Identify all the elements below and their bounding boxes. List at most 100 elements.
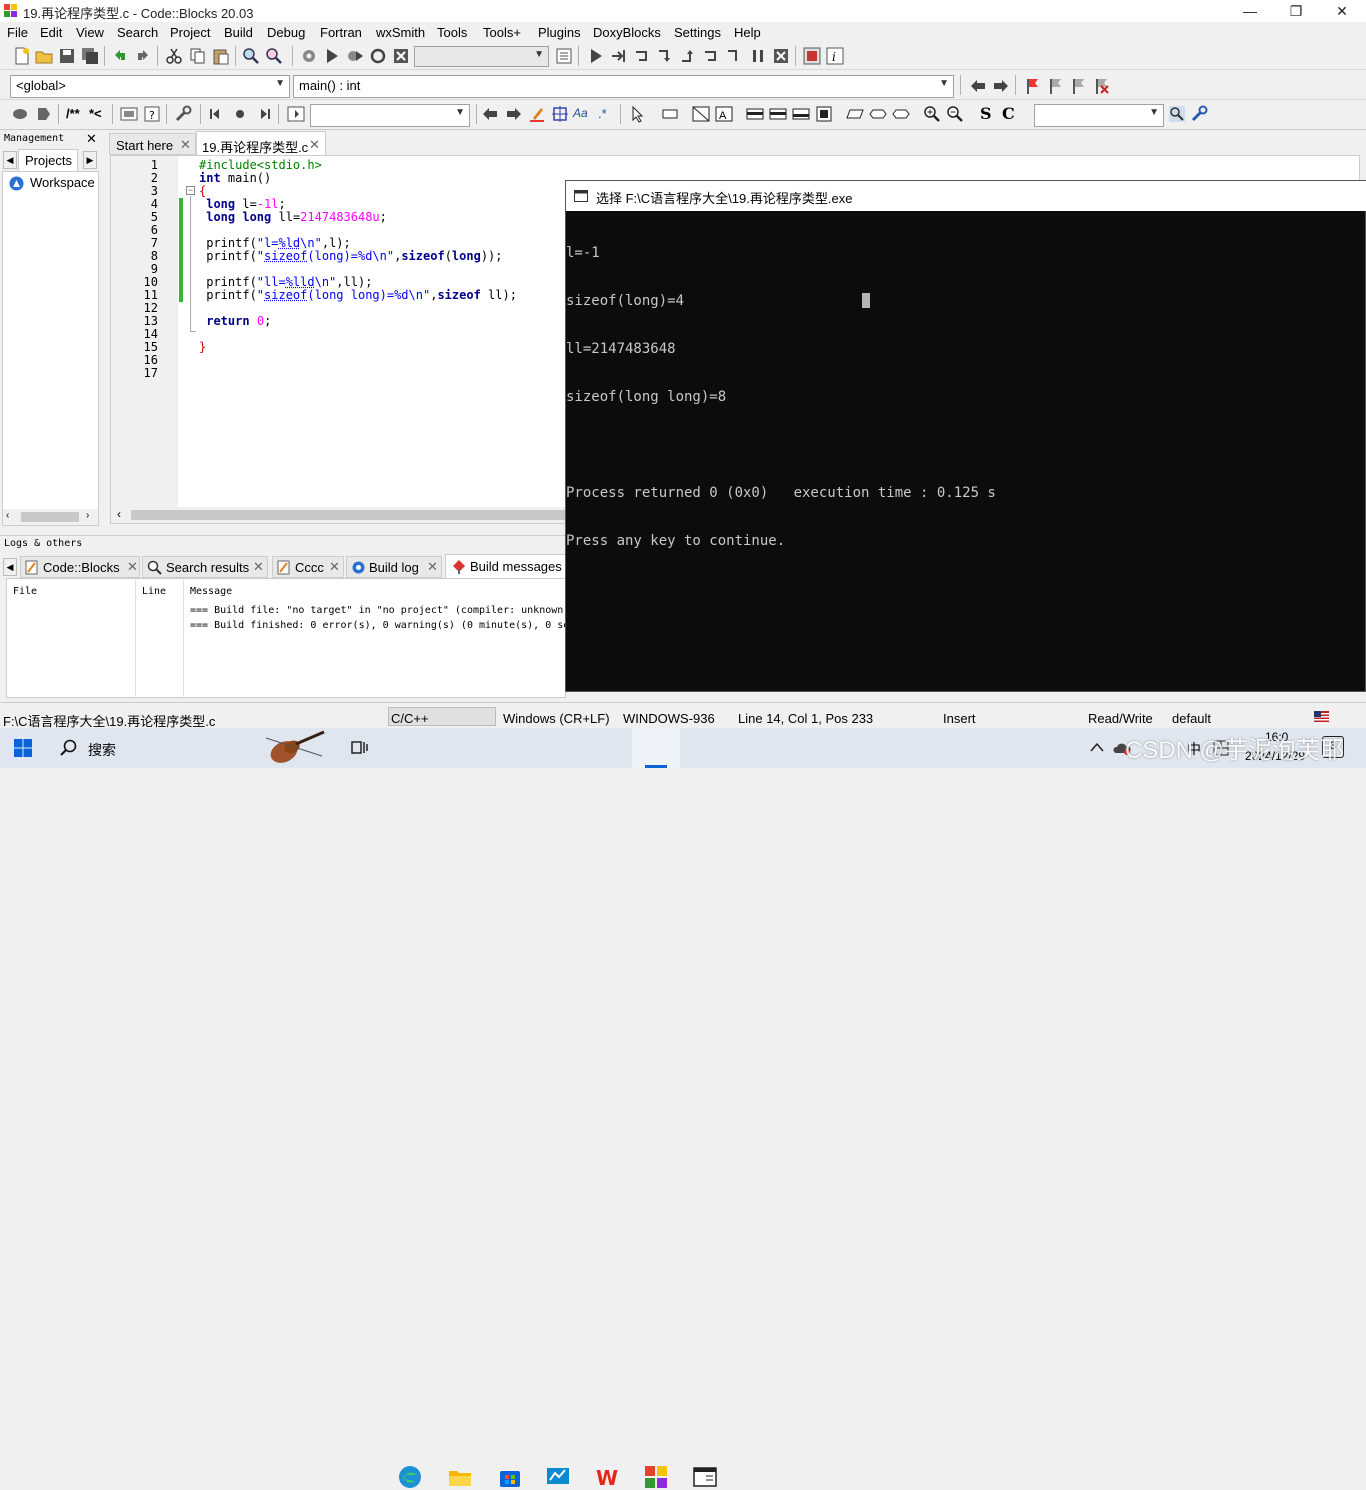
menu-build[interactable]: Build	[224, 25, 253, 40]
menu-help[interactable]: Help	[734, 25, 761, 40]
debug-info-icon[interactable]: i	[826, 47, 844, 65]
tab-close-icon[interactable]: ✕	[427, 559, 438, 575]
undo-icon[interactable]	[111, 47, 129, 65]
build-and-run-icon[interactable]	[346, 47, 364, 65]
store-icon[interactable]	[497, 1464, 523, 1490]
doxy-extract-icon[interactable]	[35, 105, 53, 123]
taskbar-search-label[interactable]: 搜索	[88, 740, 116, 760]
panel-tab-left-arrow-icon[interactable]: ◀	[3, 151, 17, 169]
paste-icon[interactable]	[212, 47, 230, 65]
strip-c-button[interactable]: C	[1002, 104, 1015, 123]
search-back-icon[interactable]	[481, 105, 499, 123]
run-icon[interactable]	[323, 47, 341, 65]
symbol-search-input[interactable]: ▼	[1034, 104, 1164, 127]
menu-fortran[interactable]: Fortran	[320, 25, 362, 40]
clear-bookmarks-icon[interactable]	[1092, 77, 1110, 95]
menu-settings[interactable]: Settings	[674, 25, 721, 40]
doxy-line-comment-button[interactable]: *<	[89, 106, 102, 121]
cut-icon[interactable]	[165, 47, 183, 65]
debug-start-icon[interactable]	[587, 47, 605, 65]
run-to-cursor-icon[interactable]	[610, 47, 628, 65]
flow-text-icon[interactable]: A	[715, 105, 733, 123]
flow-block2-icon[interactable]	[769, 105, 787, 123]
stop-debug-icon[interactable]	[772, 47, 790, 65]
step-into-icon[interactable]	[656, 47, 674, 65]
tab-build-log[interactable]: Build log ✕	[346, 556, 442, 578]
scroll-thumb[interactable]	[131, 510, 571, 520]
maximize-button[interactable]: ❐	[1273, 0, 1319, 22]
save-all-icon[interactable]	[81, 47, 99, 65]
search-forward-icon[interactable]	[505, 105, 523, 123]
scroll-thumb[interactable]	[21, 512, 79, 522]
find-icon[interactable]	[242, 47, 260, 65]
selection-icon[interactable]	[551, 105, 569, 123]
thread-search-dot-icon[interactable]	[231, 105, 249, 123]
flow-io-icon[interactable]	[846, 105, 864, 123]
flow-rect-icon[interactable]	[661, 105, 679, 123]
symbol-search-icon[interactable]	[1168, 105, 1186, 123]
rebuild-icon[interactable]	[369, 47, 387, 65]
tab-projects[interactable]: Projects	[18, 149, 78, 171]
step-out-icon[interactable]	[679, 47, 697, 65]
tab-source-file[interactable]: 19.再论程序类型.c ✕	[196, 131, 326, 155]
jump-forward-icon[interactable]	[992, 77, 1010, 95]
panel-tab-right-arrow-icon[interactable]: ▶	[83, 151, 97, 169]
replace-icon[interactable]	[265, 47, 283, 65]
build-gear-icon[interactable]	[300, 47, 318, 65]
menu-search[interactable]: Search	[117, 25, 158, 40]
doxy-wizard-icon[interactable]	[11, 105, 29, 123]
column-file[interactable]: File	[13, 586, 37, 597]
tab-cccc[interactable]: Cccc ✕	[272, 556, 344, 578]
menu-tools[interactable]: Tools	[437, 25, 467, 40]
scroll-left-icon[interactable]: ‹	[117, 507, 121, 521]
menu-edit[interactable]: Edit	[40, 25, 62, 40]
new-file-icon[interactable]	[13, 47, 31, 65]
menu-file[interactable]: File	[7, 25, 28, 40]
flow-break-icon[interactable]	[892, 105, 910, 123]
next-line-icon[interactable]	[633, 47, 651, 65]
windows-start-icon[interactable]	[14, 739, 32, 757]
highlight-pen-icon[interactable]	[528, 105, 546, 123]
minimize-button[interactable]: —	[1227, 0, 1273, 22]
copy-icon[interactable]	[189, 47, 207, 65]
table-row[interactable]: === Build file: "no target" in "no proje…	[190, 605, 565, 616]
wps-office-icon[interactable]: W	[594, 1464, 620, 1490]
flow-block3-icon[interactable]	[792, 105, 810, 123]
flow-loop-icon[interactable]	[869, 105, 887, 123]
thread-search-input[interactable]: ▼	[310, 104, 470, 127]
console-window[interactable]: 选择 F:\C语言程序大全\19.再论程序类型.exe l=-1 sizeof(…	[565, 180, 1366, 692]
abort-icon[interactable]	[392, 47, 410, 65]
save-icon[interactable]	[58, 47, 76, 65]
prev-bookmark-icon[interactable]	[1046, 77, 1064, 95]
scope-combo[interactable]: <global> ▼	[10, 75, 290, 98]
pause-icon[interactable]	[749, 47, 767, 65]
task-view-icon[interactable]	[350, 739, 368, 757]
menu-debug[interactable]: Debug	[267, 25, 305, 40]
menu-doxyblocks[interactable]: DoxyBlocks	[593, 25, 661, 40]
build-messages-list[interactable]: File Line Message === Build file: "no ta…	[6, 578, 566, 699]
toggle-bookmark-icon[interactable]	[1023, 77, 1041, 95]
column-line[interactable]: Line	[142, 586, 166, 597]
doxy-block-comment-button[interactable]: /**	[66, 106, 80, 121]
menu-wxsmith[interactable]: wxSmith	[376, 25, 425, 40]
edge-browser-icon[interactable]	[397, 1464, 423, 1490]
fold-toggle-icon[interactable]: −	[186, 186, 195, 195]
menu-plugins[interactable]: Plugins	[538, 25, 581, 40]
search-icon[interactable]	[60, 739, 78, 757]
whiteboard-app-icon[interactable]	[545, 1464, 571, 1490]
jump-back-icon[interactable]	[969, 77, 987, 95]
zoom-out-icon[interactable]	[946, 105, 964, 123]
tree-h-scrollbar[interactable]: ‹ ›	[3, 509, 98, 525]
menu-view[interactable]: View	[76, 25, 104, 40]
doxy-run-html-icon[interactable]	[120, 105, 138, 123]
tab-close-icon[interactable]: ✕	[127, 559, 138, 575]
tab-close-icon[interactable]: ✕	[180, 137, 191, 153]
workspace-node[interactable]: Workspace	[30, 175, 95, 190]
thread-search-options-icon[interactable]	[287, 105, 305, 123]
debug-windows-icon[interactable]	[803, 47, 821, 65]
tab-close-icon[interactable]: ✕	[253, 559, 264, 575]
doxy-run-chm-icon[interactable]: ?	[143, 105, 161, 123]
target-options-icon[interactable]	[555, 47, 573, 65]
step-instruction-icon[interactable]	[725, 47, 743, 65]
scroll-right-icon[interactable]: ›	[86, 510, 89, 521]
